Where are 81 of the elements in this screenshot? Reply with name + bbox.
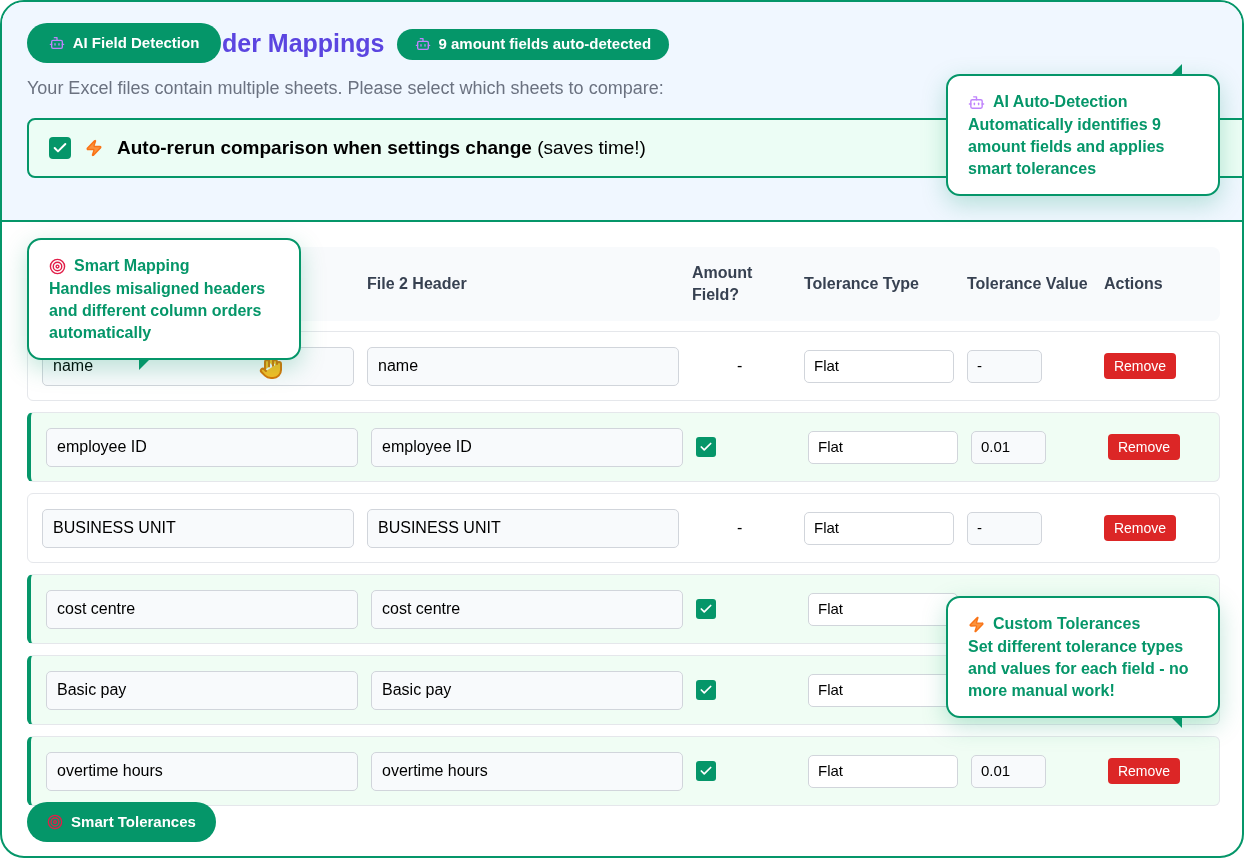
file2-field[interactable]: BUSINESS UNIT	[367, 508, 679, 548]
amount-checkbox[interactable]	[696, 761, 716, 781]
field-value: Flat	[814, 517, 839, 538]
column-header: Tolerance Type	[804, 274, 920, 294]
check-icon	[699, 683, 713, 697]
field-value: overtime hours	[382, 761, 488, 781]
field-value: overtime hours	[57, 761, 163, 781]
file1-field[interactable]: employee ID	[46, 427, 358, 467]
file2-field[interactable]: name	[367, 346, 679, 386]
pill-text: Smart Tolerances	[71, 811, 196, 832]
option-label: Auto-rerun comparison when settings change (saves time!)	[117, 135, 646, 160]
field-value: BUSINESS UNIT	[53, 518, 176, 538]
tolerance-type-field[interactable]: Flat	[808, 430, 958, 464]
remove-button[interactable]: Remove	[1108, 434, 1180, 460]
column-header: Tolerance Value	[967, 274, 1089, 294]
remove-button[interactable]: Remove	[1104, 515, 1176, 541]
remove-button[interactable]: Remove	[1104, 353, 1176, 379]
tolerance-type-field[interactable]: Flat	[808, 592, 958, 626]
amount-checkbox[interactable]	[696, 599, 716, 619]
field-value: Flat	[818, 436, 843, 457]
file2-field[interactable]: employee ID	[371, 427, 683, 467]
tolerance-value-field[interactable]: -	[967, 511, 1042, 545]
file1-field[interactable]: cost centre	[46, 589, 358, 629]
lightning-icon	[85, 139, 103, 157]
tolerance-value-field[interactable]: 0.01	[971, 754, 1046, 788]
check-icon	[699, 440, 713, 454]
section-title: der Mappings	[222, 28, 385, 60]
amount-checkbox[interactable]	[696, 680, 716, 700]
remove-button[interactable]: Remove	[1108, 758, 1180, 784]
tooltip-title: AI Auto-Detection	[993, 92, 1128, 112]
tolerance-value-field[interactable]: -	[967, 349, 1042, 383]
field-value: 0.01	[981, 760, 1011, 781]
robot-icon	[48, 35, 65, 51]
field-value: cost centre	[382, 599, 461, 619]
column-header: File 2 Header	[367, 274, 468, 294]
tooltip-text: Set different tolerance types and values for each field - no more manual work!	[968, 637, 1190, 701]
amount-dash: -	[737, 356, 743, 376]
robot-icon	[968, 93, 985, 111]
target-icon	[47, 814, 64, 830]
amount-checkbox[interactable]	[696, 437, 716, 457]
field-value: BUSINESS UNIT	[378, 518, 501, 538]
file2-field[interactable]: Basic pay	[371, 670, 683, 710]
tolerance-type-field[interactable]: Flat	[804, 511, 954, 545]
field-value: employee ID	[57, 437, 147, 457]
file2-field[interactable]: overtime hours	[371, 751, 683, 791]
field-value: -	[977, 355, 982, 376]
lightning-icon	[968, 615, 985, 633]
field-value: Flat	[814, 355, 839, 376]
column-header: Actions	[1104, 274, 1164, 294]
checkbox[interactable]	[49, 137, 71, 159]
file1-field[interactable]: Basic pay	[46, 670, 358, 710]
tolerance-type-field[interactable]: Flat	[804, 349, 954, 383]
pill-text: AI Field Detection	[72, 32, 200, 53]
field-value: name	[378, 356, 419, 376]
tooltip-text: Automatically identifies 9 amount fields and applies smart tolerances	[968, 115, 1166, 179]
column-header: Amount Field?	[692, 263, 754, 305]
target-icon	[49, 257, 66, 275]
file2-field[interactable]: cost centre	[371, 589, 683, 629]
field-value: -	[977, 517, 982, 538]
check-icon	[699, 602, 713, 616]
tolerance-type-field[interactable]: Flat	[808, 754, 958, 788]
field-value: Basic pay	[57, 680, 127, 700]
check-icon	[699, 764, 713, 778]
file1-field[interactable]: BUSINESS UNIT	[42, 508, 354, 548]
tooltip-title: Smart Mapping	[74, 256, 190, 276]
tolerance-value-field[interactable]: 0.01	[971, 430, 1046, 464]
amount-dash: -	[737, 518, 743, 538]
field-value: 0.01	[981, 436, 1011, 457]
field-value: cost centre	[57, 599, 136, 619]
subtitle: Your Excel files contain multiple sheets. Please select which sheets to compare:	[27, 77, 664, 100]
field-value: Flat	[818, 679, 843, 700]
field-value: Flat	[818, 598, 843, 619]
file1-field[interactable]: overtime hours	[46, 751, 358, 791]
robot-icon	[414, 36, 431, 52]
tooltip-title: Custom Tolerances	[993, 614, 1141, 634]
field-value: Basic pay	[382, 680, 452, 700]
field-value: Flat	[818, 760, 843, 781]
tooltip-text: Handles misaligned headers and different column orders automatically	[49, 279, 267, 343]
field-value: employee ID	[382, 437, 472, 457]
field-value: name	[53, 356, 94, 376]
badge-text: 9 amount fields auto-detected	[438, 33, 652, 54]
